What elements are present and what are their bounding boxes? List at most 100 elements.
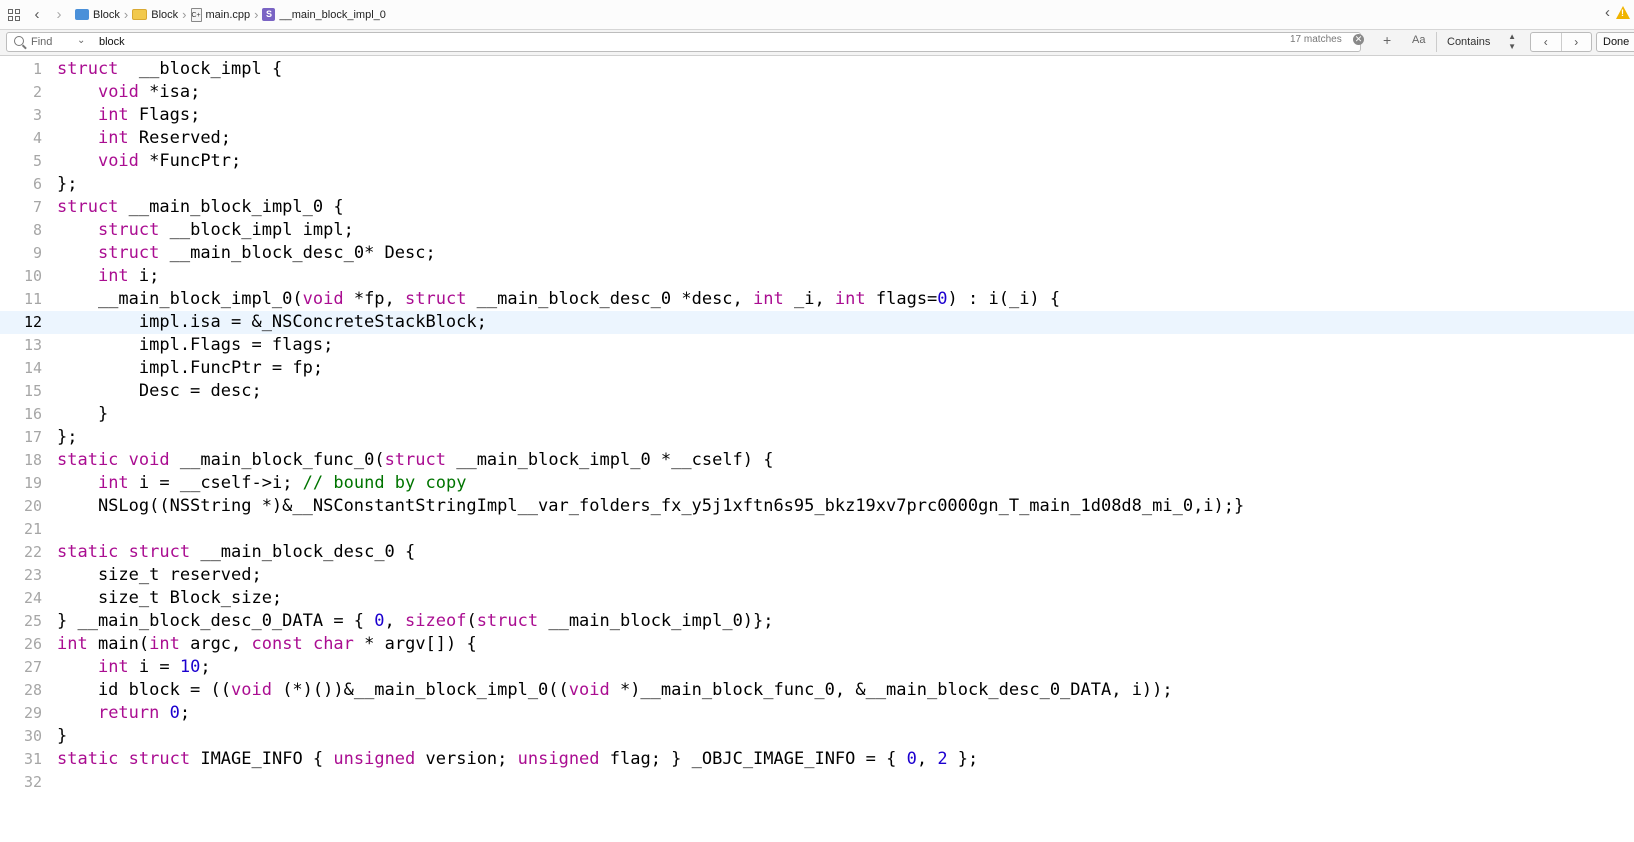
line-number: 13 — [23, 336, 42, 354]
ignore-case-toggle[interactable]: Aa — [1412, 34, 1425, 46]
clear-icon[interactable]: ✕ — [1353, 34, 1364, 45]
code-token: *fp, — [343, 289, 406, 309]
line-number: 4 — [32, 129, 42, 147]
keyword-token: void — [568, 680, 610, 700]
add-pattern-icon[interactable]: + — [1383, 32, 1391, 48]
number-token: 10 — [179, 657, 201, 677]
line-number: 25 — [23, 612, 42, 630]
code-line[interactable]: 17}; — [0, 426, 1634, 449]
code-line[interactable]: 10 int i; — [0, 265, 1634, 288]
breadcrumb-label: Block — [93, 8, 120, 21]
code-text: int i = 10; — [57, 656, 211, 679]
keyword-token: const — [251, 634, 303, 654]
done-button[interactable]: Done — [1596, 32, 1634, 52]
code-line[interactable]: 32 — [0, 771, 1634, 794]
code-line[interactable]: 4 int Reserved; — [0, 127, 1634, 150]
line-number: 28 — [23, 681, 42, 699]
cpp-file-icon: C+ — [190, 7, 202, 22]
code-line[interactable]: 26 int main(int argc, const char * argv[]… — [0, 633, 1634, 656]
code-text: struct __block_impl impl; — [57, 219, 354, 242]
previous-match-button[interactable]: ‹ — [1531, 33, 1562, 51]
search-input[interactable]: block — [99, 36, 125, 48]
code-line[interactable]: 6}; — [0, 173, 1634, 196]
find-bar: Find ⌄ block 17 matches ✕ + Aa Contains … — [0, 30, 1634, 56]
code-token: __main_block_impl_0 { — [118, 197, 344, 217]
line-number: 1 — [32, 60, 42, 78]
code-line[interactable]: 23 size_t reserved; — [0, 564, 1634, 587]
number-token: 0 — [169, 703, 180, 723]
code-line[interactable]: 30} — [0, 725, 1634, 748]
code-editor[interactable]: 1 struct __block_impl {2 void *isa; 3 int … — [0, 56, 1634, 842]
code-line[interactable]: 13 impl.Flags = flags; — [0, 334, 1634, 357]
code-line[interactable]: 14 impl.FuncPtr = fp; — [0, 357, 1634, 380]
code-token: *FuncPtr; — [138, 151, 242, 171]
jumpbar-right: ‹ ! — [1605, 4, 1630, 21]
code-line[interactable]: 15 Desc = desc; — [0, 380, 1634, 403]
code-line[interactable]: 16 } — [0, 403, 1634, 426]
keyword-token: void — [97, 151, 139, 171]
breadcrumb-label: Block — [151, 8, 179, 21]
code-token: i = — [128, 657, 180, 677]
breadcrumb-symbol[interactable]: S __main_block_impl_0 — [261, 4, 386, 26]
folder-icon — [132, 9, 148, 20]
code-line[interactable]: 22 static struct __main_block_desc_0 { — [0, 541, 1634, 564]
find-field[interactable]: Find ⌄ block — [6, 32, 1361, 52]
code-line[interactable]: 1 struct __block_impl { — [0, 58, 1634, 81]
code-line[interactable]: 24 size_t Block_size; — [0, 587, 1634, 610]
code-line[interactable]: 19 int i = __cself->i; // bound by copy — [0, 472, 1634, 495]
code-text: impl.isa = &_NSConcreteStackBlock; — [57, 311, 487, 334]
keyword-token: int — [97, 128, 129, 148]
code-token: __main_block_func_0( — [169, 450, 385, 470]
breadcrumb-folder[interactable]: Block — [131, 4, 179, 26]
keyword-token: unsigned — [517, 749, 600, 769]
chevron-down-icon[interactable]: ⌄ — [77, 35, 85, 46]
code-line[interactable]: 31 static struct IMAGE_INFO { unsigned ve… — [0, 748, 1634, 771]
next-match-button[interactable]: › — [1562, 33, 1592, 51]
match-style-select[interactable]: Contains ▲ ▼ — [1436, 32, 1522, 52]
previous-issue-button[interactable]: ‹ — [1605, 4, 1610, 21]
code-line[interactable]: 7 struct __main_block_impl_0 { — [0, 196, 1634, 219]
code-line[interactable]: 21 — [0, 518, 1634, 541]
code-token: size_t Block_size; — [57, 588, 283, 608]
code-line[interactable]: 12 impl.isa = &_NSConcreteStackBlock; — [0, 311, 1634, 334]
code-line[interactable]: 28 id block = ((void (*)())&__main_block… — [0, 679, 1634, 702]
code-line[interactable]: 18 static void __main_block_func_0(struct… — [0, 449, 1634, 472]
code-line[interactable]: 8 struct __block_impl impl; — [0, 219, 1634, 242]
related-items-button[interactable] — [0, 4, 22, 26]
code-line[interactable]: 20 NSLog((NSString *)&__NSConstantString… — [0, 495, 1634, 518]
line-number: 31 — [23, 750, 42, 768]
keyword-token: int — [97, 657, 129, 677]
breadcrumb-file[interactable]: C+ main.cpp — [190, 4, 252, 26]
find-mode-label[interactable]: Find — [31, 36, 52, 48]
match-navigation: ‹ › — [1530, 32, 1592, 52]
code-line[interactable]: 5 void *FuncPtr; — [0, 150, 1634, 173]
forward-button[interactable]: › — [48, 4, 70, 26]
chevron-right-icon: › — [56, 6, 62, 23]
code-line[interactable]: 9 struct __main_block_desc_0* Desc; — [0, 242, 1634, 265]
line-number: 18 — [23, 451, 42, 469]
code-line[interactable]: 25} __main_block_desc_0_DATA = { 0, size… — [0, 610, 1634, 633]
code-token: }; — [57, 427, 78, 447]
code-line[interactable]: 27 int i = 10; — [0, 656, 1634, 679]
code-text: struct __main_block_impl_0 { — [57, 196, 344, 219]
code-line[interactable]: 2 void *isa; — [0, 81, 1634, 104]
code-line[interactable]: 3 int Flags; — [0, 104, 1634, 127]
code-token: impl.Flags = flags; — [57, 335, 334, 355]
warning-icon[interactable]: ! — [1616, 6, 1630, 19]
keyword-token: struct — [97, 220, 160, 240]
project-icon — [75, 9, 89, 20]
line-number: 10 — [23, 267, 42, 285]
keyword-token: char — [312, 634, 354, 654]
code-text: int Flags; — [57, 104, 200, 127]
code-line[interactable]: 29 return 0; — [0, 702, 1634, 725]
code-line[interactable]: 11 __main_block_impl_0(void *fp, struct … — [0, 288, 1634, 311]
back-button[interactable]: ‹ — [26, 4, 48, 26]
breadcrumb-project[interactable]: Block — [74, 4, 121, 26]
